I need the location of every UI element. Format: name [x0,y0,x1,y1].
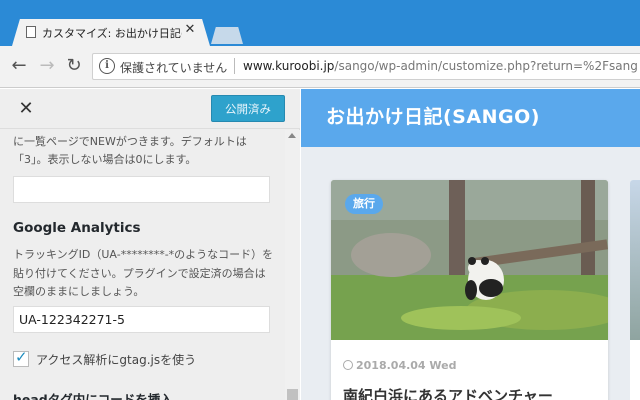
close-icon[interactable]: ✕ [14,97,38,121]
url-text[interactable]: www.kuroobi.jp/sango/wp-admin/customize.… [243,59,638,73]
page-icon [26,26,36,38]
new-badge-description: に一覧ページでNEWがつきます。デフォルトは「3」。表示しない場合は0にします。 [13,135,247,166]
clock-icon [343,360,353,370]
ga-description: トラッキングID（UA-********-*のようなコード）を貼り付けてください… [13,248,274,298]
scrollbar-thumb[interactable] [287,389,298,400]
back-arrow-icon[interactable]: ← [9,56,29,76]
post-thumbnail-partial [630,180,640,340]
ga-section-title: Google Analytics [13,220,141,236]
category-badge[interactable]: 旅行 [345,194,383,214]
tab-close-icon[interactable]: ✕ [183,23,197,37]
gtag-checkbox-label[interactable]: アクセス解析にgtag.jsを使う [36,351,196,368]
publish-button[interactable]: 公開済み [211,95,285,122]
panel-scrollbar[interactable] [285,130,300,400]
gtag-checkbox[interactable]: ✓ [13,348,29,367]
url-path: /sango/wp-admin/customize.php?return=%2F… [334,59,638,73]
url-host: www.kuroobi.jp [243,59,335,73]
url-divider [234,58,235,74]
post-card-partial[interactable] [630,180,640,400]
scroll-up-arrow-icon[interactable] [288,133,296,138]
reload-icon[interactable]: ↻ [64,56,84,76]
post-date-text: 2018.04.04 Wed [356,359,457,372]
site-title[interactable]: お出かけ日記(SANGO) [326,102,540,129]
post-date: 2018.04.04 Wed [343,359,457,372]
new-days-input[interactable] [13,176,270,203]
new-tab-button[interactable] [211,27,243,44]
security-status[interactable]: 保護されていません [120,59,227,76]
head-code-section-title: headタグ内にコードを挿入 [13,392,173,400]
tab-title: カスタマイズ: お出かけ日記(S… [42,27,182,40]
info-icon[interactable]: i [99,58,115,74]
checkmark-icon: ✓ [15,348,28,366]
post-title[interactable]: 南紀白浜にあるアドベンチャー [343,385,553,400]
forward-arrow-icon[interactable]: → [37,56,57,76]
ga-tracking-id-input[interactable]: UA-122342271-5 [13,306,270,333]
